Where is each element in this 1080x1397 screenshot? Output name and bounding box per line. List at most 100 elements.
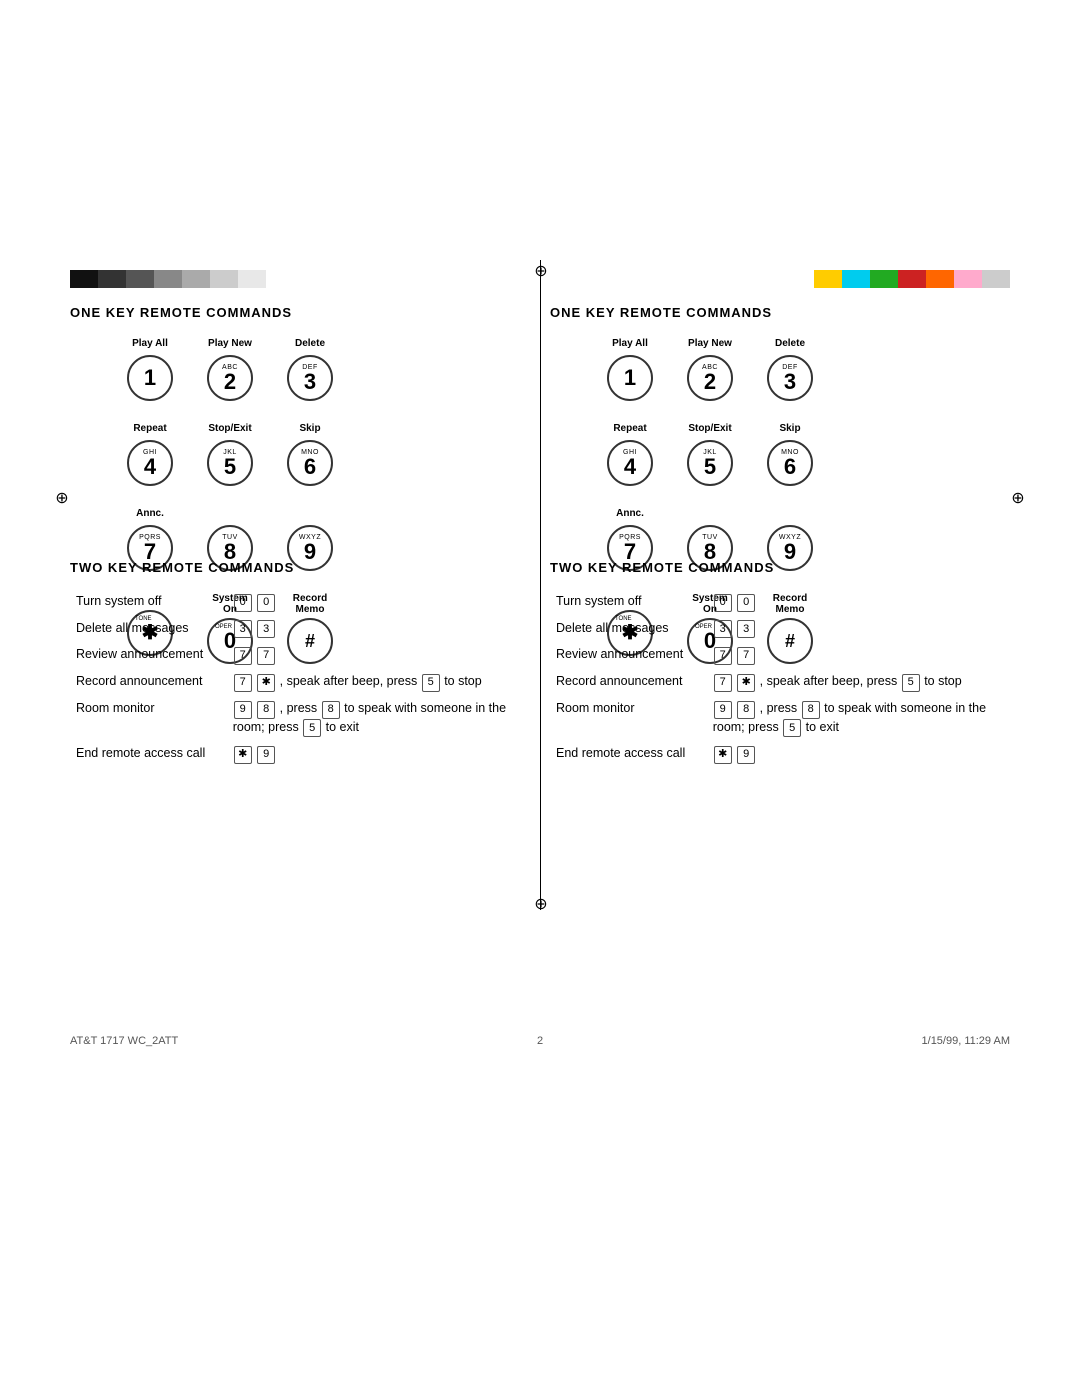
row-keys: 0 0 (707, 589, 1010, 616)
key-box: 3 (257, 620, 275, 638)
crosshair-center-bottom (533, 896, 549, 912)
row-label: Turn system off (550, 589, 707, 616)
row-label: Room monitor (70, 696, 227, 741)
key-6-label: Skip (299, 423, 320, 437)
key-box: ✱ (737, 674, 755, 692)
crosshair-left (54, 490, 70, 506)
key-7-label: Annc. (136, 508, 164, 522)
row-label: Delete all messages (550, 616, 707, 643)
r-key-cell-3: Delete DEF 3 (750, 334, 830, 419)
r-key-4-number: 4 (624, 456, 636, 478)
key-box: 3 (714, 620, 732, 638)
key-1-number: 1 (144, 367, 156, 389)
table-row: Room monitor 9 8 , press 8 to speak with… (70, 696, 530, 741)
r-key-cell-4: Repeat GHI 4 (590, 419, 670, 504)
key-4-circle[interactable]: GHI 4 (127, 440, 173, 486)
left-two-key-table: Turn system off 0 0 Delete all messages … (70, 589, 530, 768)
table-row: Review announcement 7 7 (550, 642, 1010, 669)
r-key-1-circle[interactable]: 1 (607, 355, 653, 401)
key-box: 3 (234, 620, 252, 638)
row-desc: 7 ✱ , speak after beep, press 5 to stop (707, 669, 1010, 696)
key-box: 9 (257, 746, 275, 764)
r-key-cell-6: Skip MNO 6 (750, 419, 830, 504)
key-box: 5 (422, 674, 440, 692)
key-box: ✱ (234, 746, 252, 764)
crosshair-center-top (533, 263, 549, 279)
r-key-7-label: Annc. (616, 508, 644, 522)
table-row: Record announcement 7 ✱ , speak after be… (550, 669, 1010, 696)
row-label: Turn system off (70, 589, 227, 616)
row-desc: 9 8 , press 8 to speak with someone in t… (227, 696, 530, 741)
color-bar-left (70, 270, 266, 288)
table-row: Room monitor 9 8 , press 8 to speak with… (550, 696, 1010, 741)
r-key-2-label: Play New (688, 338, 732, 352)
row-desc: 9 8 , press 8 to speak with someone in t… (707, 696, 1010, 741)
r-key-cell-1: Play All 1 (590, 334, 670, 419)
r-key-2-circle[interactable]: ABC 2 (687, 355, 733, 401)
table-row: Record announcement 7 ✱ , speak after be… (70, 669, 530, 696)
key-5-number: 5 (224, 456, 236, 478)
key-cell-6: Skip MNO 6 (270, 419, 350, 504)
right-one-key-title: ONE KEY REMOTE COMMANDS (550, 305, 1010, 320)
r-key-5-circle[interactable]: JKL 5 (687, 440, 733, 486)
key-6-number: 6 (304, 456, 316, 478)
key-box: 5 (902, 674, 920, 692)
r-key-9-label (789, 508, 792, 522)
r-key-6-circle[interactable]: MNO 6 (767, 440, 813, 486)
key-2-circle[interactable]: ABC 2 (207, 355, 253, 401)
key-box: 5 (783, 719, 801, 737)
key-box: 7 (714, 647, 732, 665)
key-5-circle[interactable]: JKL 5 (207, 440, 253, 486)
key-box: 9 (714, 701, 732, 719)
row-label: Record announcement (550, 669, 707, 696)
table-row: End remote access call ✱ 9 (70, 741, 530, 768)
table-row: Turn system off 0 0 (70, 589, 530, 616)
vertical-divider (540, 260, 541, 910)
row-desc: 7 ✱ , speak after beep, press 5 to stop (227, 669, 530, 696)
left-two-key-section: TWO KEY REMOTE COMMANDS Turn system off … (70, 550, 530, 768)
key-8-label (229, 508, 232, 522)
key-box: 7 (234, 674, 252, 692)
key-6-circle[interactable]: MNO 6 (287, 440, 333, 486)
table-row: Delete all messages 3 3 (550, 616, 1010, 643)
key-box: 8 (802, 701, 820, 719)
table-row: Turn system off 0 0 (550, 589, 1010, 616)
r-key-3-circle[interactable]: DEF 3 (767, 355, 813, 401)
key-1-circle[interactable]: 1 (127, 355, 173, 401)
r-key-6-number: 6 (784, 456, 796, 478)
r-key-1-label: Play All (612, 338, 648, 352)
key-4-label: Repeat (133, 423, 166, 437)
key-cell-2: Play New ABC 2 (190, 334, 270, 419)
key-box: 7 (714, 674, 732, 692)
r-key-6-label: Skip (779, 423, 800, 437)
key-cell-5: Stop/Exit JKL 5 (190, 419, 270, 504)
key-box: 0 (234, 594, 252, 612)
r-key-1-number: 1 (624, 367, 636, 389)
crosshair-right (1010, 490, 1026, 506)
key-2-label: Play New (208, 338, 252, 352)
key-box: ✱ (257, 674, 275, 692)
key-3-circle[interactable]: DEF 3 (287, 355, 333, 401)
row-label: End remote access call (70, 741, 227, 768)
r-key-5-label: Stop/Exit (688, 423, 731, 437)
key-cell-1: Play All 1 (110, 334, 190, 419)
row-label: Review announcement (550, 642, 707, 669)
row-keys: 0 0 (227, 589, 530, 616)
key-9-label (309, 508, 312, 522)
right-two-key-section: TWO KEY REMOTE COMMANDS Turn system off … (550, 550, 1010, 768)
color-bar-right (814, 270, 1010, 288)
r-key-4-label: Repeat (613, 423, 646, 437)
key-box: 7 (234, 647, 252, 665)
key-box: 0 (737, 594, 755, 612)
row-label: Room monitor (550, 696, 707, 741)
key-5-label: Stop/Exit (208, 423, 251, 437)
right-two-key-title: TWO KEY REMOTE COMMANDS (550, 560, 1010, 575)
table-row: Review announcement 7 7 (70, 642, 530, 669)
row-keys: ✱ 9 (227, 741, 530, 768)
r-key-4-circle[interactable]: GHI 4 (607, 440, 653, 486)
footer-right: 1/15/99, 11:29 AM (922, 1035, 1010, 1047)
key-box: 7 (737, 647, 755, 665)
row-keys: 7 7 (707, 642, 1010, 669)
r-key-3-label: Delete (775, 338, 805, 352)
row-label: Review announcement (70, 642, 227, 669)
